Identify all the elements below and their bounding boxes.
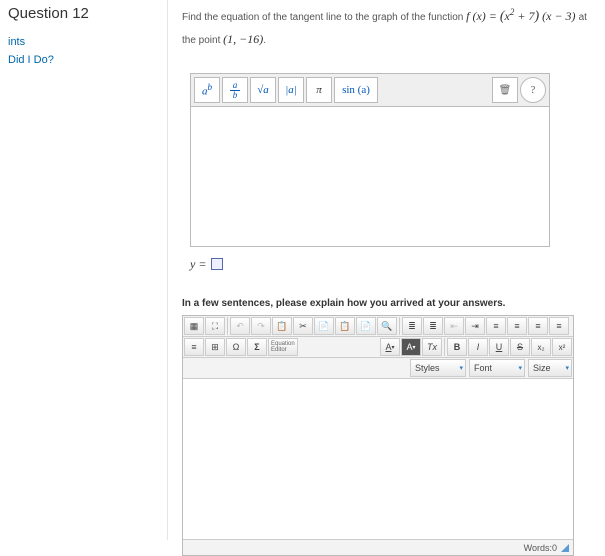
cut-icon: ✂: [299, 321, 307, 332]
rte-btn-outdent[interactable]: ⇤: [444, 317, 464, 335]
paste-word-icon: 📋: [339, 321, 350, 332]
eq-btn-power[interactable]: ab: [194, 77, 220, 103]
rte-btn-paste-word[interactable]: 📋: [335, 317, 355, 335]
rte-btn-italic[interactable]: I: [468, 338, 488, 356]
bullet-list-icon: ≣: [408, 321, 416, 332]
rte-btn-table[interactable]: ⊞: [205, 338, 225, 356]
maximize-icon: ⛶: [212, 321, 218, 332]
rte-btn-find[interactable]: 🔍: [377, 317, 397, 335]
question-title: Question 12: [8, 5, 159, 22]
rte-toolbar-row-2: ≡ ⊞ Ω Σ Equation Editor A▾ A▾ Tx B I U S…: [183, 337, 573, 358]
help-icon: ?: [531, 84, 536, 96]
rte-btn-cut[interactable]: ✂: [293, 317, 313, 335]
prompt-lead: Find the equation of the tangent line to…: [182, 12, 466, 23]
word-count-value: 0: [552, 543, 557, 553]
rte-btn-number-list[interactable]: ≣: [423, 317, 443, 335]
rte-select-size[interactable]: Size: [528, 359, 572, 377]
point-expression: (1, −16): [223, 32, 263, 46]
remove-format-icon: Tx: [427, 342, 437, 352]
rte-btn-align-right[interactable]: ≡: [528, 317, 548, 335]
answer-line: y =: [190, 257, 591, 272]
eq-btn-abs[interactable]: |a|: [278, 77, 304, 103]
rte-btn-menu[interactable]: ≡: [184, 338, 204, 356]
rte-btn-remove-format[interactable]: Tx: [422, 338, 442, 356]
menu-icon: ≡: [191, 342, 196, 352]
eq-btn-fraction[interactable]: ab: [222, 77, 248, 103]
sidebar-link-hints[interactable]: ints: [8, 36, 159, 48]
rte-btn-subscript[interactable]: x₂: [531, 338, 551, 356]
eq-btn-pi[interactable]: π: [306, 77, 332, 103]
rte-btn-underline[interactable]: U: [489, 338, 509, 356]
rte-btn-source[interactable]: ▦: [184, 317, 204, 335]
trash-icon: 🗑: [499, 85, 512, 96]
number-list-icon: ≣: [429, 321, 437, 332]
eq-btn-sqrt[interactable]: √a: [250, 77, 276, 103]
sigma-icon: Σ: [254, 342, 259, 352]
rte-btn-equation-editor[interactable]: Equation Editor: [268, 338, 298, 356]
equation-toolbar: ab ab √a |a| π sin (a) 🗑 ?: [190, 73, 550, 107]
rte-btn-paste-plain[interactable]: 📄: [356, 317, 376, 335]
answer-prefix: y =: [190, 257, 206, 271]
equation-input-area[interactable]: [190, 107, 550, 247]
rte-btn-copy[interactable]: 📄: [314, 317, 334, 335]
eq-btn-sin[interactable]: sin (a): [334, 77, 378, 103]
table-icon: ⊞: [211, 342, 219, 353]
rte-btn-superscript[interactable]: x²: [552, 338, 572, 356]
rte-btn-maximize[interactable]: ⛶: [205, 317, 225, 335]
paste-plain-icon: 📄: [360, 321, 371, 332]
rte-status-bar: Words: 0: [183, 539, 573, 555]
indent-icon: ⇥: [471, 321, 479, 332]
search-icon: 🔍: [381, 321, 392, 332]
eq-btn-clear[interactable]: 🗑: [492, 77, 518, 103]
rte-btn-font-color[interactable]: A▾: [380, 338, 400, 356]
eq-btn-help[interactable]: ?: [520, 77, 546, 103]
rte-btn-paste-special[interactable]: 📋: [272, 317, 292, 335]
rich-text-editor: ▦ ⛶ ↶ ↷ 📋 ✂ 📄 📋 📄 🔍 ≣ ≣ ⇤ ⇥ ≡ ≡ ≡ ≡: [182, 315, 574, 556]
sidebar-link-how-did-i-do[interactable]: Did I Do?: [8, 54, 159, 66]
undo-icon: ↶: [236, 321, 244, 332]
rte-select-font[interactable]: Font: [469, 359, 525, 377]
main-content: Find the equation of the tangent line to…: [168, 0, 605, 540]
rte-btn-bg-color[interactable]: A▾: [401, 338, 421, 356]
align-justify-icon: ≡: [556, 321, 561, 331]
rte-btn-bold[interactable]: B: [447, 338, 467, 356]
rte-toolbar-row-1: ▦ ⛶ ↶ ↷ 📋 ✂ 📄 📋 📄 🔍 ≣ ≣ ⇤ ⇥ ≡ ≡ ≡ ≡: [183, 316, 573, 337]
paste-icon: 📋: [276, 321, 287, 332]
rte-btn-align-justify[interactable]: ≡: [549, 317, 569, 335]
align-center-icon: ≡: [514, 321, 519, 331]
rte-btn-indent[interactable]: ⇥: [465, 317, 485, 335]
rte-select-styles[interactable]: Styles: [410, 359, 466, 377]
equation-editor: ab ab √a |a| π sin (a) 🗑 ?: [190, 73, 550, 247]
align-right-icon: ≡: [535, 321, 540, 331]
outdent-icon: ⇤: [450, 321, 458, 332]
omega-icon: Ω: [233, 342, 240, 352]
explain-label: In a few sentences, please explain how y…: [182, 298, 591, 309]
word-count-label: Words:: [524, 543, 552, 553]
redo-icon: ↷: [257, 321, 265, 332]
answer-placeholder-box[interactable]: [211, 258, 223, 270]
align-left-icon: ≡: [493, 321, 498, 331]
source-icon: ▦: [190, 321, 199, 332]
copy-icon: 📄: [318, 321, 329, 332]
rte-btn-align-center[interactable]: ≡: [507, 317, 527, 335]
function-expression: f (x) = (x2 + 7) (x − 3): [466, 9, 578, 23]
sidebar: Question 12 ints Did I Do?: [0, 0, 168, 540]
rte-btn-special-char[interactable]: Ω: [226, 338, 246, 356]
resize-handle-icon[interactable]: [561, 544, 569, 552]
rte-toolbar-row-3: Styles Font Size: [183, 358, 573, 379]
rte-btn-align-left[interactable]: ≡: [486, 317, 506, 335]
question-prompt: Find the equation of the tangent line to…: [182, 5, 591, 49]
rte-btn-strike[interactable]: S: [510, 338, 530, 356]
rte-btn-math[interactable]: Σ: [247, 338, 267, 356]
rte-btn-undo[interactable]: ↶: [230, 317, 250, 335]
rte-btn-bullet-list[interactable]: ≣: [402, 317, 422, 335]
rte-input-area[interactable]: [183, 379, 573, 539]
rte-btn-redo[interactable]: ↷: [251, 317, 271, 335]
